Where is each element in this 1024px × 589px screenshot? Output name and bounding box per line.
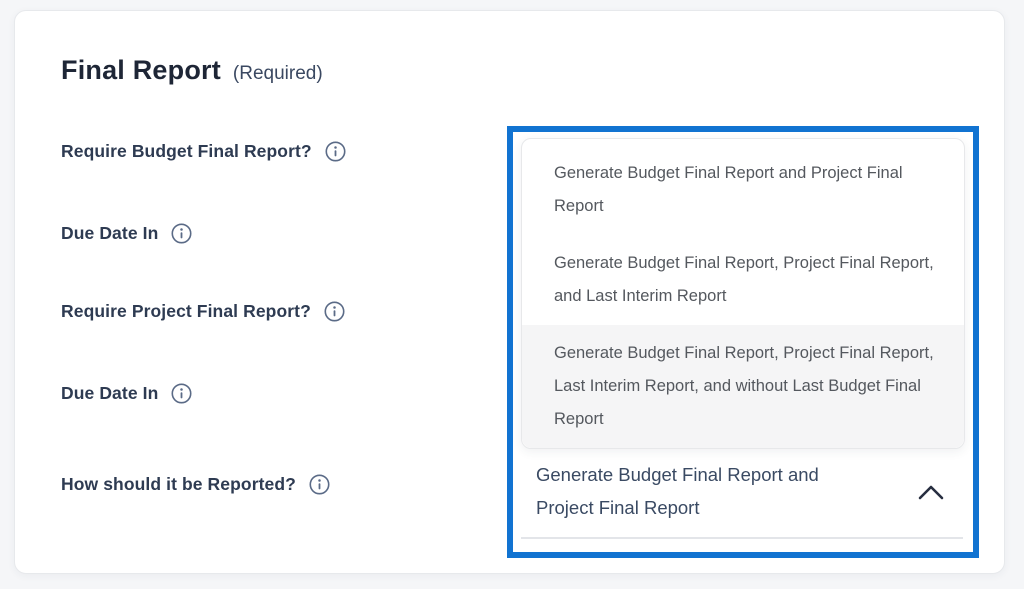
info-icon[interactable] [171,383,192,404]
dropdown-listbox: Generate Budget Final Report and Project… [521,138,965,449]
dropdown-option-highlighted[interactable]: Generate Budget Final Report, Project Fi… [522,325,964,448]
field-label: How should it be Reported? [61,474,296,495]
field-label: Due Date In [61,383,158,404]
field-label: Due Date In [61,223,158,244]
info-icon[interactable] [325,141,346,162]
dropdown-selected-value: Generate Budget Final Report and Project… [536,458,866,524]
dropdown-option[interactable]: Generate Budget Final Report, Project Fi… [522,235,964,325]
info-icon[interactable] [309,474,330,495]
info-icon[interactable] [324,301,345,322]
field-require-budget-final-report: Require Budget Final Report? [61,141,346,162]
info-icon[interactable] [171,223,192,244]
required-note: (Required) [233,63,323,85]
report-type-dropdown: Generate Budget Final Report and Project… [507,126,979,558]
dropdown-option[interactable]: Generate Budget Final Report and Project… [522,145,964,235]
final-report-card: Final Report (Required) Require Budget F… [14,10,1005,574]
field-how-should-it-be-reported: How should it be Reported? [61,474,330,495]
dropdown-trigger[interactable]: Generate Budget Final Report and Project… [521,458,963,539]
field-due-date-in-budget: Due Date In [61,223,192,244]
page-title: Final Report [61,55,221,86]
field-label: Require Project Final Report? [61,301,311,322]
field-require-project-final-report: Require Project Final Report? [61,301,345,322]
field-due-date-in-project: Due Date In [61,383,192,404]
field-label: Require Budget Final Report? [61,141,312,162]
chevron-up-icon [917,484,945,501]
card-header: Final Report (Required) [61,55,323,86]
